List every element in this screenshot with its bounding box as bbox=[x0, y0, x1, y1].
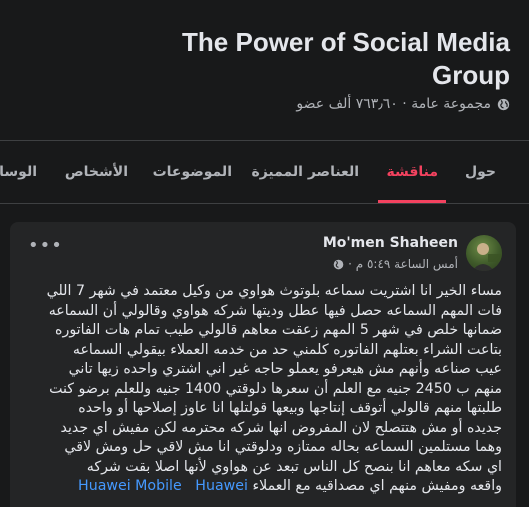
post-body: مساء الخير انا اشتريت سماعه بلوتوث هواوي… bbox=[22, 282, 502, 497]
group-meta-text: مجموعة عامة · ٧٦٣٫٦٠ ألف عضو bbox=[296, 96, 491, 112]
group-header: The Power of Social Media Group مجموعة ع… bbox=[0, 0, 529, 125]
facebook-group-page: The Power of Social Media Group مجموعة ع… bbox=[0, 0, 529, 507]
tab-topics[interactable]: الموضوعات bbox=[153, 141, 232, 201]
post-body-line: اي سكه معاهم انا بنصح كل الناس تبعد عن ه… bbox=[86, 458, 502, 475]
post-body-line: طلبتها منهم قالولي أتوقف إنتاجها وبيعها … bbox=[78, 400, 502, 416]
post-timestamp[interactable]: أمس الساعة ٥:٤٩ م · bbox=[348, 257, 458, 271]
post-meta: أمس الساعة ٥:٤٩ م · bbox=[333, 257, 458, 271]
post-card: Mo'men Shaheen أمس الساعة ٥:٤٩ م · ••• م… bbox=[10, 222, 516, 507]
post-body-line: مساء الخير انا اشتريت سماعه بلوتوث هواوي… bbox=[46, 283, 502, 299]
post-body-line: جديده أو مش هتتصلح لان المفروض انها شركه… bbox=[60, 419, 503, 436]
post-body-line: واقعه ومفيش منهم اي مصداقيه مع العملاء bbox=[252, 478, 502, 494]
group-meta: مجموعة عامة · ٧٦٣٫٦٠ ألف عضو bbox=[296, 96, 510, 112]
post-author[interactable]: Mo'men Shaheen bbox=[323, 235, 458, 251]
post-body-last-line: واقعه ومفيش منهم اي مصداقيه مع العملاء H… bbox=[22, 477, 502, 497]
post-body-line: بتاعت الشراء بعتلهم الفاتوره كلمني حد من… bbox=[72, 341, 502, 358]
tab-about[interactable]: حول bbox=[465, 141, 496, 201]
tab-featured[interactable]: العناصر المميزة bbox=[251, 141, 359, 201]
globe-audience-icon[interactable] bbox=[333, 259, 344, 270]
tab-people[interactable]: الأشخاص bbox=[65, 141, 128, 201]
globe-icon bbox=[497, 98, 510, 111]
hashtag-link[interactable]: Huawei bbox=[195, 478, 248, 494]
post-body-line: منهم ب 2450 جنيه مع العلم أن سعرها دلوقت… bbox=[49, 380, 502, 397]
tab-media[interactable]: الوسا bbox=[0, 141, 37, 201]
group-tabs: حول مناقشة العناصر المميزة الموضوعات الأ… bbox=[0, 140, 529, 203]
group-title[interactable]: The Power of Social Media Group bbox=[130, 26, 510, 92]
post-body-line: وهما مستلمين السماعه بحاله ممتازه ودلوقت… bbox=[64, 439, 502, 455]
tabs-divider bbox=[0, 203, 529, 204]
post-body-line: عيب صناعه وأنهم مش هيعرفو يعملو حاجه غير… bbox=[68, 361, 502, 377]
post-more-options-button[interactable]: ••• bbox=[28, 236, 62, 260]
post-body-line: فات المهم السماعه حصل فيها عطل وديتها شر… bbox=[48, 302, 502, 319]
author-avatar[interactable] bbox=[466, 235, 502, 271]
tab-discussion[interactable]: مناقشة bbox=[378, 141, 446, 203]
post-body-line: ضمانها خلص في شهر 5 المهم زعقت معاهم قال… bbox=[55, 322, 502, 338]
hashtag-link[interactable]: Huawei Mobile bbox=[78, 478, 182, 494]
